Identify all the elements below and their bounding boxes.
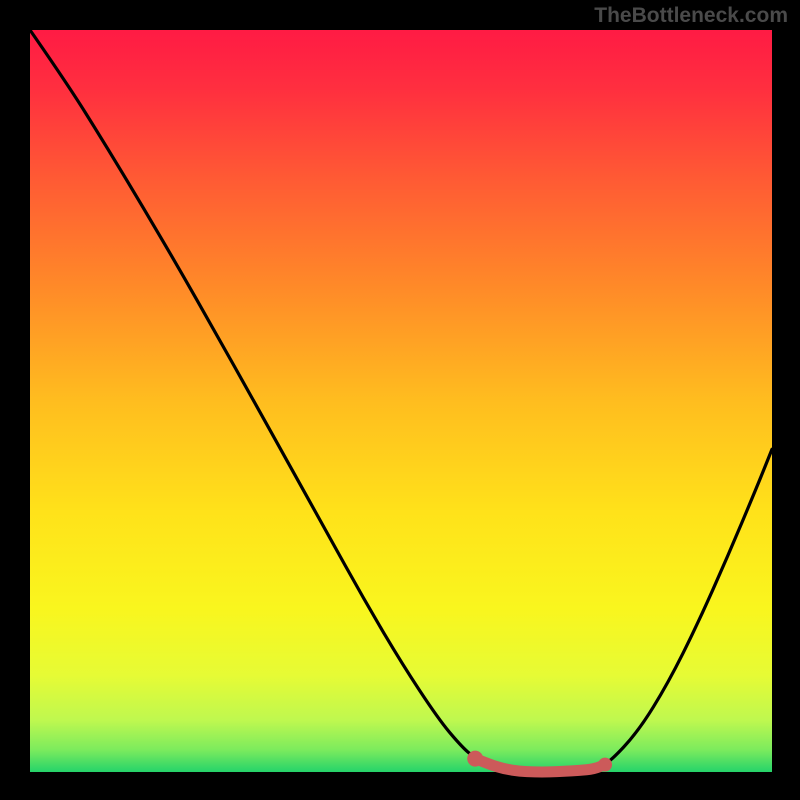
optimal-end-marker	[598, 758, 612, 772]
watermark-text: TheBottleneck.com	[594, 4, 788, 28]
optimal-start-marker	[467, 751, 483, 767]
bottleneck-chart	[0, 0, 800, 800]
chart-container: TheBottleneck.com	[0, 0, 800, 800]
